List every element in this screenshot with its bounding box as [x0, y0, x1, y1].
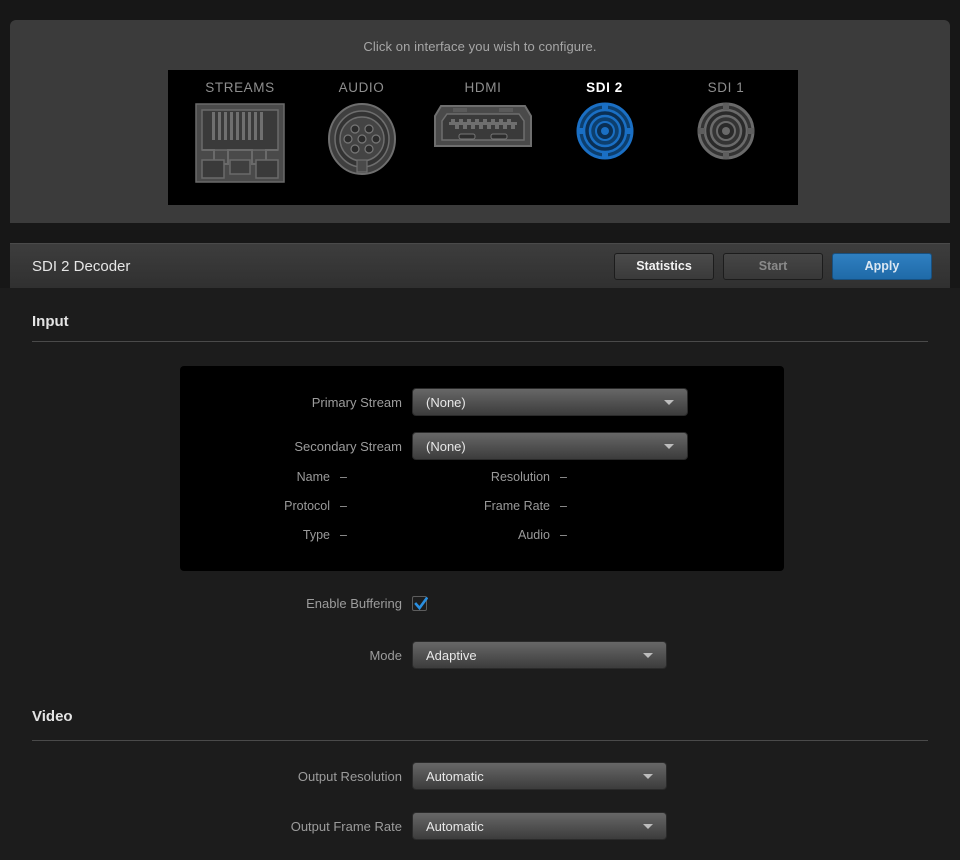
interface-strip: STREAMS [168, 70, 798, 205]
chevron-down-icon [643, 824, 653, 829]
info-label-name: Name [180, 470, 330, 484]
info-label-frame-rate: Frame Rate [370, 499, 550, 513]
mode-value: Adaptive [426, 648, 643, 663]
interface-item-sdi-1[interactable]: SDI 1 [670, 80, 782, 165]
din-audio-connector-icon [326, 102, 398, 181]
interface-selector-panel: Click on interface you wish to configure… [10, 20, 950, 223]
interface-label-audio: AUDIO [339, 80, 385, 95]
interface-item-streams[interactable]: STREAMS [184, 80, 296, 189]
page-title: SDI 2 Decoder [32, 258, 614, 275]
output-frame-rate-label: Output Frame Rate [0, 819, 402, 834]
primary-stream-value: (None) [426, 395, 664, 410]
output-resolution-row: Output Resolution Automatic [0, 762, 667, 790]
mode-dropdown[interactable]: Adaptive [412, 641, 667, 669]
output-resolution-value: Automatic [426, 769, 643, 784]
chevron-down-icon [664, 400, 674, 405]
secondary-stream-row: Secondary Stream (None) [180, 432, 688, 460]
output-frame-rate-row: Output Frame Rate Automatic [0, 812, 667, 840]
info-value-protocol: – [330, 499, 370, 513]
stream-info-grid: Name – Resolution – Protocol – Frame Rat… [180, 470, 784, 542]
info-value-type: – [330, 528, 370, 542]
configuration-content: Input Primary Stream (None) Secondary St… [0, 288, 960, 860]
info-label-protocol: Protocol [180, 499, 330, 513]
primary-stream-dropdown[interactable]: (None) [412, 388, 688, 416]
interface-item-audio[interactable]: AUDIO [306, 80, 418, 181]
input-stream-card: Primary Stream (None) Secondary Stream (… [180, 366, 784, 571]
secondary-stream-dropdown[interactable]: (None) [412, 432, 688, 460]
checkmark-icon [414, 597, 428, 611]
rj45-ethernet-icon [194, 102, 286, 189]
start-button[interactable]: Start [723, 253, 823, 280]
interface-item-sdi-2[interactable]: SDI 2 [549, 80, 661, 165]
grid-spacer [660, 470, 700, 484]
interface-label-streams: STREAMS [205, 80, 274, 95]
interface-label-sdi-1: SDI 1 [708, 80, 745, 95]
decoder-header-bar: SDI 2 Decoder Statistics Start Apply [10, 243, 950, 288]
grid-spacer [660, 499, 700, 513]
video-section-divider [32, 740, 928, 741]
hdmi-connector-icon [431, 102, 535, 163]
chevron-down-icon [643, 774, 653, 779]
primary-stream-label: Primary Stream [180, 395, 402, 410]
info-label-type: Type [180, 528, 330, 542]
input-section-divider [32, 341, 928, 342]
statistics-button[interactable]: Statistics [614, 253, 714, 280]
decoder-configuration-page: Click on interface you wish to configure… [0, 0, 960, 860]
mode-label: Mode [0, 648, 402, 663]
primary-stream-row: Primary Stream (None) [180, 388, 688, 416]
info-value-audio: – [550, 528, 660, 542]
info-label-resolution: Resolution [370, 470, 550, 484]
bnc-connector-icon [576, 102, 634, 165]
info-value-frame-rate: – [550, 499, 660, 513]
info-value-resolution: – [550, 470, 660, 484]
interface-label-hdmi: HDMI [465, 80, 502, 95]
video-section-title: Video [32, 708, 73, 725]
bnc-connector-icon [697, 102, 755, 165]
grid-spacer [660, 528, 700, 542]
enable-buffering-label: Enable Buffering [0, 596, 402, 611]
info-value-name: – [330, 470, 370, 484]
input-section-title: Input [32, 313, 960, 330]
enable-buffering-checkbox[interactable] [412, 596, 427, 611]
enable-buffering-row: Enable Buffering [0, 596, 427, 611]
interface-item-hdmi[interactable]: HDMI [427, 80, 539, 163]
info-label-audio: Audio [370, 528, 550, 542]
output-frame-rate-dropdown[interactable]: Automatic [412, 812, 667, 840]
output-frame-rate-value: Automatic [426, 819, 643, 834]
apply-button[interactable]: Apply [832, 253, 932, 280]
chevron-down-icon [664, 444, 674, 449]
secondary-stream-label: Secondary Stream [180, 439, 402, 454]
interface-label-sdi-2: SDI 2 [586, 80, 623, 95]
output-resolution-dropdown[interactable]: Automatic [412, 762, 667, 790]
mode-row: Mode Adaptive [0, 641, 667, 669]
output-resolution-label: Output Resolution [0, 769, 402, 784]
secondary-stream-value: (None) [426, 439, 664, 454]
chevron-down-icon [643, 653, 653, 658]
interface-hint-text: Click on interface you wish to configure… [10, 20, 950, 54]
